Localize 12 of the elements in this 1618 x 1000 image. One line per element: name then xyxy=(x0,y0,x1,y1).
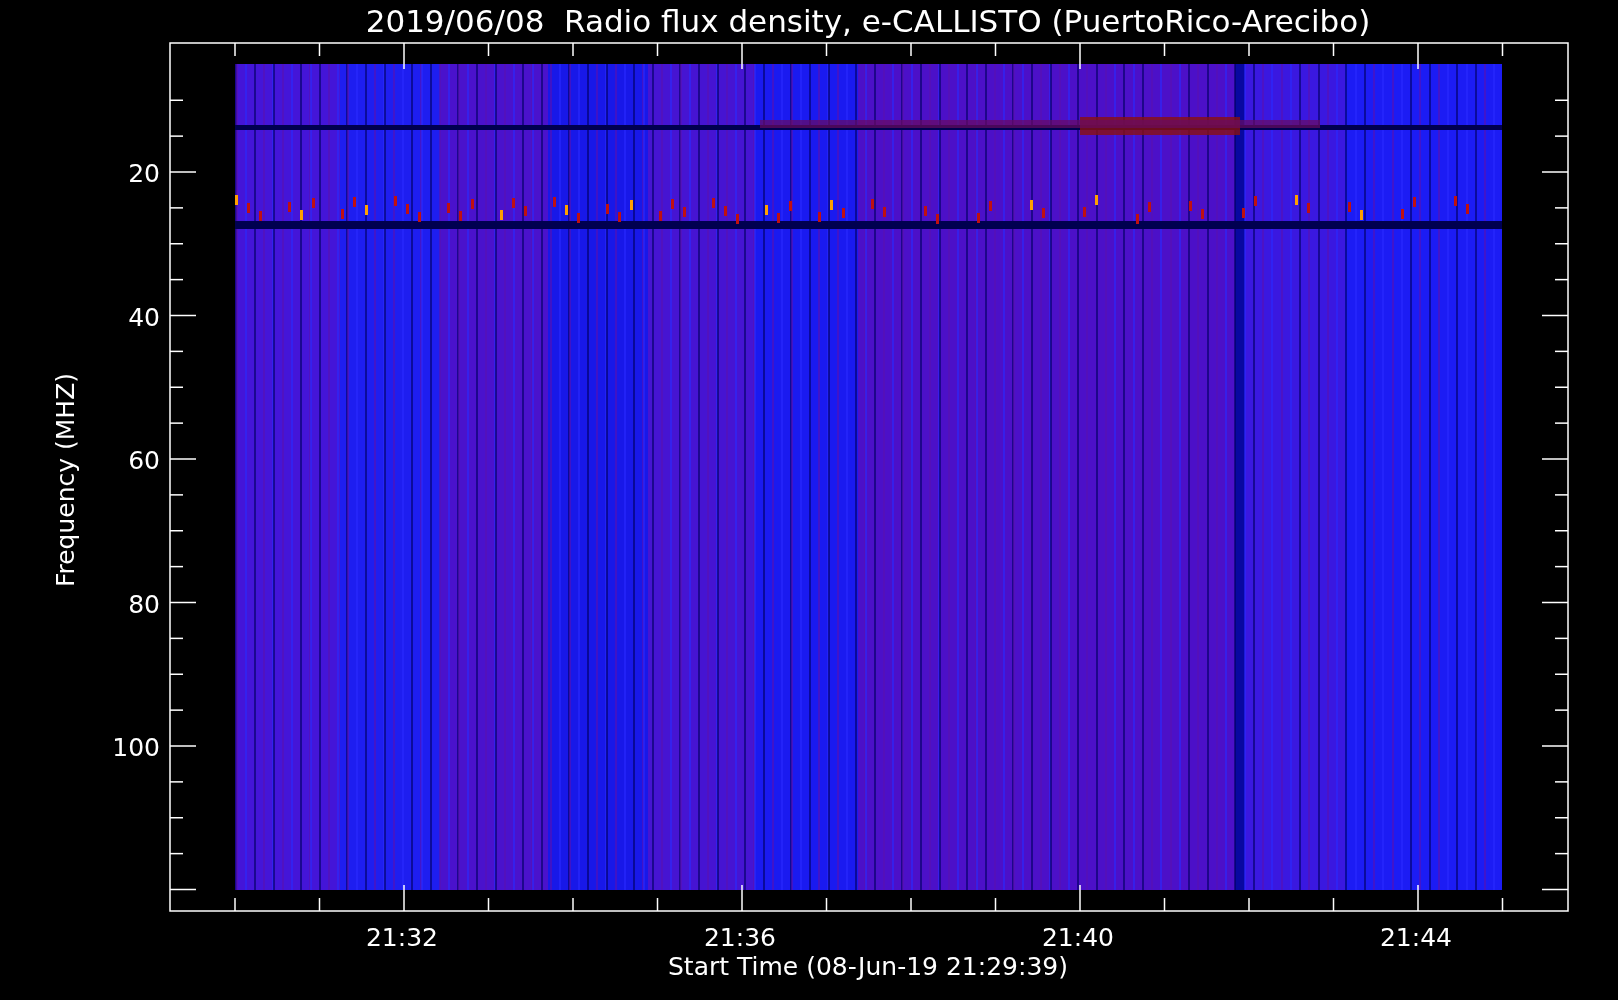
x-axis-label: Start Time (08-Jun-19 21:29:39) xyxy=(668,952,1068,981)
y-tick-label: 60 xyxy=(128,446,160,475)
y-tick-label: 100 xyxy=(112,733,160,762)
plot-title: 2019/06/08 Radio flux density, e-CALLISTO (PuertoRico-Arecibo) xyxy=(365,3,1371,39)
x-tick-label: 21:36 xyxy=(704,923,776,952)
y-tick-label: 80 xyxy=(128,589,160,619)
y-axis-label: Frequency (MHZ) xyxy=(51,372,80,588)
y-tick-label: 40 xyxy=(128,302,160,332)
x-tick-label: 21:40 xyxy=(1042,923,1114,952)
x-tick-label: 21:32 xyxy=(366,923,438,952)
x-tick-label: 21:44 xyxy=(1380,923,1452,952)
y-tick-label: 20 xyxy=(128,159,160,188)
